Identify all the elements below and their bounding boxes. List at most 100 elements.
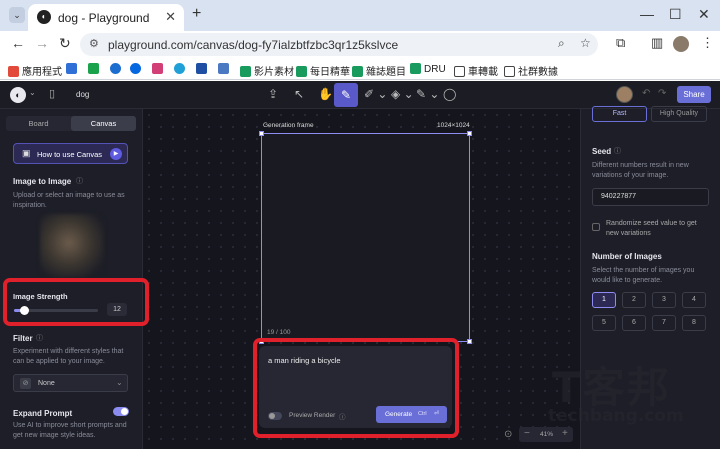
canvas-icon: ▣ xyxy=(22,148,31,158)
bookmark-5[interactable] xyxy=(130,63,144,75)
tab-search-icon[interactable]: ⌄ xyxy=(9,7,25,23)
prompt-highlight xyxy=(253,338,459,438)
url-field[interactable]: ⚙ playground.com/canvas/dog-fy7ialzbtfzb… xyxy=(80,33,598,56)
bookmark-dru[interactable]: DRU xyxy=(410,63,446,75)
minimize-icon[interactable]: — xyxy=(640,6,654,22)
forward-icon[interactable]: → xyxy=(35,35,49,51)
playground-logo-icon[interactable]: ◐ xyxy=(10,87,26,103)
handle-icon[interactable] xyxy=(467,339,472,344)
num-option-2[interactable]: 2 xyxy=(622,292,646,308)
num-option-8[interactable]: 8 xyxy=(682,315,706,331)
bookmark-daily[interactable]: 每日精華 xyxy=(296,63,350,78)
zoom-icon[interactable]: ⌕ xyxy=(558,36,565,51)
strength-highlight xyxy=(3,278,149,326)
num-option-5[interactable]: 5 xyxy=(592,315,616,331)
bookmark-icon xyxy=(410,63,421,74)
num-option-7[interactable]: 7 xyxy=(652,315,676,331)
logo-chevron-down-icon[interactable]: ⌄ xyxy=(29,88,36,97)
profile-avatar[interactable] xyxy=(673,36,689,52)
brush-icon[interactable]: ✐ ⌄ xyxy=(364,87,387,101)
tab-canvas[interactable]: Canvas xyxy=(71,116,136,131)
bookmark-icon xyxy=(174,63,185,74)
filter-select[interactable]: ⊘ None ⌄ xyxy=(13,374,128,392)
how-to-use-canvas-button[interactable]: ▣ How to use Canvas ▶ xyxy=(13,143,128,164)
bookmark-apps[interactable]: 應用程式 xyxy=(8,63,62,78)
hand-pan-icon[interactable]: ✋ xyxy=(318,87,333,101)
app-toolbar: ◐ ⌄ ▯ dog ⇪ ↖ ✋ ✎ ✐ ⌄ ◈ ⌄ ✎ ⌄ ◯ ↶ ↷ Shar… xyxy=(0,81,720,109)
bookmark-car[interactable]: 車轉載 xyxy=(454,63,498,78)
randomize-checkbox[interactable] xyxy=(592,223,600,231)
site-info-icon[interactable]: ⚙ xyxy=(89,37,99,50)
browser-tab-strip: ⌄ ◐ dog - Playground ✕ + — ☐ ✕ xyxy=(0,0,720,31)
tab-board[interactable]: Board xyxy=(6,116,71,131)
reload-icon[interactable]: ↻ xyxy=(59,35,71,52)
bookmark-8[interactable] xyxy=(196,63,210,75)
num-option-3[interactable]: 3 xyxy=(652,292,676,308)
expand-prompt-heading: Expand Prompt xyxy=(13,409,73,418)
bookmark-icon xyxy=(130,63,141,74)
bookmark-magazine[interactable]: 雜誌題目 xyxy=(352,63,406,78)
bookmark-4[interactable] xyxy=(110,63,124,75)
upload-icon[interactable]: ⇪ xyxy=(268,87,278,101)
handle-icon[interactable] xyxy=(259,131,264,136)
bookmark-6[interactable] xyxy=(152,63,166,75)
fill-icon[interactable]: ◈ ⌄ xyxy=(391,87,414,101)
zoom-out-icon[interactable]: − xyxy=(524,428,530,439)
comment-icon[interactable]: ◯ xyxy=(443,87,456,101)
handle-icon[interactable] xyxy=(467,131,472,136)
num-option-1[interactable]: 1 xyxy=(592,292,616,308)
chevron-down-icon: ⌄ xyxy=(116,378,123,387)
seed-input[interactable]: 940227877 xyxy=(592,188,709,206)
fit-view-icon[interactable]: ⊙ xyxy=(504,429,512,440)
quality-fast[interactable]: Fast xyxy=(592,106,647,122)
apps-grid-icon xyxy=(8,66,19,77)
bookmark-9[interactable] xyxy=(218,63,232,75)
filter-desc: Experiment with different styles that ca… xyxy=(13,348,124,365)
sidebar-icon[interactable]: ▥ xyxy=(651,35,663,51)
back-icon[interactable]: ← xyxy=(11,35,25,51)
select-cursor-icon[interactable]: ↖ xyxy=(294,87,304,101)
share-button[interactable]: Share xyxy=(677,86,711,103)
randomize-label: Randomize seed value to get new variatio… xyxy=(606,220,697,237)
num-option-6[interactable]: 6 xyxy=(622,315,646,331)
close-window-icon[interactable]: ✕ xyxy=(698,6,710,23)
zoom-value: 41% xyxy=(540,431,554,438)
extensions-icon[interactable]: ⧉ xyxy=(616,35,625,51)
bookmark-icon xyxy=(240,66,251,77)
generation-frame[interactable]: 19 / 100 xyxy=(259,131,472,344)
zoom-in-icon[interactable]: + xyxy=(562,428,568,439)
maximize-icon[interactable]: ☐ xyxy=(669,6,682,23)
redo-icon[interactable]: ↷ xyxy=(658,88,666,99)
bookmark-icon xyxy=(152,63,163,74)
bookmark-3[interactable] xyxy=(88,63,102,75)
bookmark-7[interactable] xyxy=(174,63,188,75)
frame-size: 1024×1024 xyxy=(437,122,470,129)
project-name[interactable]: dog xyxy=(76,90,89,99)
browser-tab[interactable]: ◐ dog - Playground ✕ xyxy=(28,4,184,31)
bookmark-2[interactable] xyxy=(66,63,80,75)
no-filter-icon: ⊘ xyxy=(20,378,31,389)
edit-frame-tool[interactable]: ✎ xyxy=(334,83,358,107)
seed-desc: Different numbers result in new variatio… xyxy=(592,162,689,179)
playground-favicon-icon: ◐ xyxy=(37,10,51,24)
filter-heading: Filter xyxy=(13,334,33,343)
bookmark-social[interactable]: 社群數據 xyxy=(504,63,558,78)
reference-image-thumbnail[interactable] xyxy=(40,214,104,278)
new-tab-icon[interactable]: + xyxy=(192,5,201,23)
bookmark-star-icon[interactable]: ☆ xyxy=(580,36,591,50)
user-avatar[interactable] xyxy=(616,86,633,103)
seed-heading: Seed xyxy=(592,147,612,156)
pen-icon[interactable]: ✎ ⌄ xyxy=(416,87,439,101)
quality-high[interactable]: High Quality xyxy=(651,106,707,122)
zoom-control: − 41% + xyxy=(519,427,573,442)
undo-icon[interactable]: ↶ xyxy=(642,88,650,99)
expand-prompt-toggle[interactable] xyxy=(113,407,129,416)
tab-close-icon[interactable]: ✕ xyxy=(165,9,176,25)
bookmark-video[interactable]: 影片素材 xyxy=(240,63,294,78)
menu-icon[interactable]: ⋮ xyxy=(701,35,714,51)
num-option-4[interactable]: 4 xyxy=(682,292,706,308)
seed-info-icon: ⓘ xyxy=(614,148,621,155)
panel-toggle-icon[interactable]: ▯ xyxy=(49,87,55,100)
filter-info-icon: ⓘ xyxy=(36,335,43,342)
bookmark-icon xyxy=(296,66,307,77)
